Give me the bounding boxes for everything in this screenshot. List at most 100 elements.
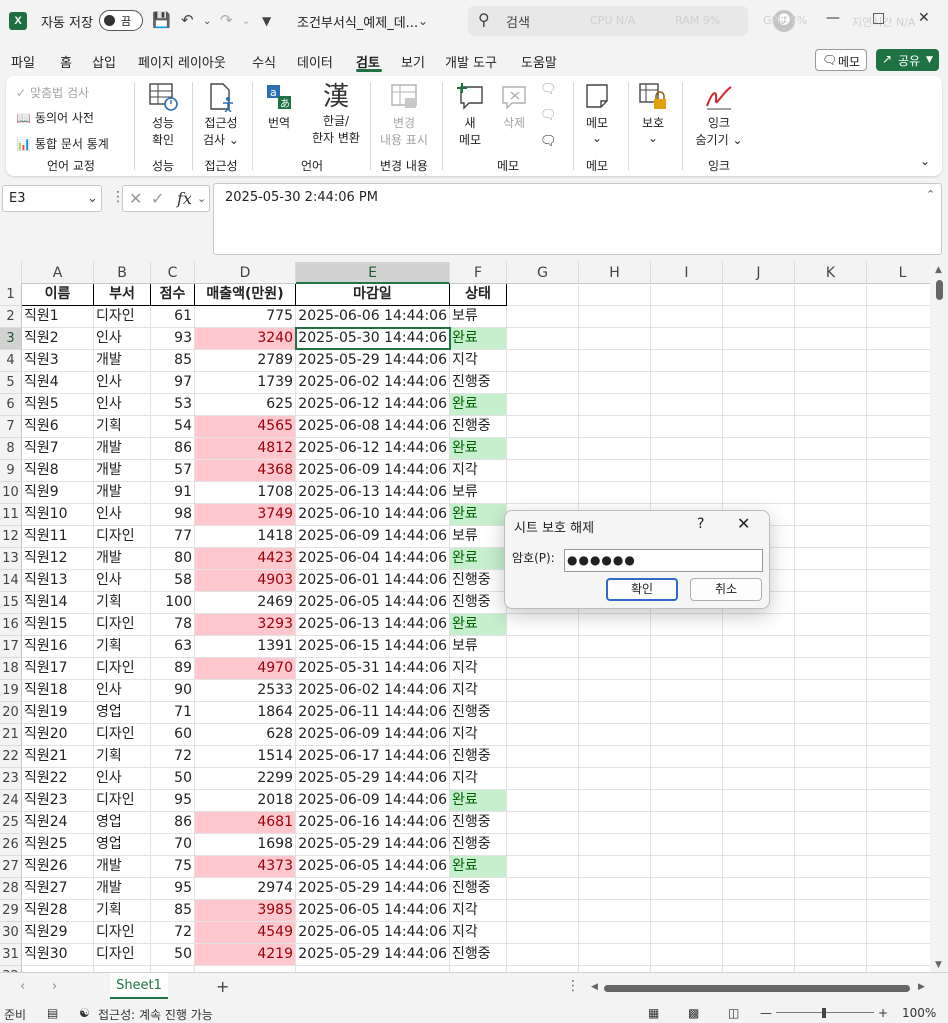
comments-button[interactable]: 🗨 메모 bbox=[815, 49, 867, 71]
cell-a4[interactable]: 직원3 bbox=[22, 350, 94, 372]
cell-k8[interactable] bbox=[795, 438, 867, 460]
cell-f22[interactable]: 진행중 bbox=[450, 746, 507, 768]
prev-sheet-icon[interactable]: ‹ bbox=[20, 979, 25, 994]
cell-l11[interactable] bbox=[867, 504, 930, 526]
cell-a16[interactable]: 직원15 bbox=[22, 614, 94, 636]
cell-e5[interactable]: 2025-06-02 14:44:06 bbox=[296, 372, 450, 394]
row-header-17[interactable]: 17 bbox=[0, 636, 22, 658]
cell-i6[interactable] bbox=[651, 394, 723, 416]
horizontal-scroll-thumb[interactable] bbox=[604, 985, 910, 992]
cell-d7[interactable]: 4565 bbox=[195, 416, 296, 438]
cell-e28[interactable]: 2025-05-29 14:44:06 bbox=[296, 878, 450, 900]
cell-k10[interactable] bbox=[795, 482, 867, 504]
cell-b17[interactable]: 기획 bbox=[94, 636, 151, 658]
cell-l9[interactable] bbox=[867, 460, 930, 482]
cell-h6[interactable] bbox=[579, 394, 651, 416]
help-icon[interactable]: ? bbox=[697, 516, 704, 532]
zoom-level[interactable]: 100% bbox=[902, 1006, 936, 1020]
column-header-g[interactable]: G bbox=[507, 262, 579, 284]
cell-a28[interactable]: 직원27 bbox=[22, 878, 94, 900]
row-header-13[interactable]: 13 bbox=[0, 548, 22, 570]
cell-i3[interactable] bbox=[651, 328, 723, 350]
cell-l13[interactable] bbox=[867, 548, 930, 570]
column-header-c[interactable]: C bbox=[151, 262, 195, 284]
row-header-10[interactable]: 10 bbox=[0, 482, 22, 504]
cell-d16[interactable]: 3293 bbox=[195, 614, 296, 636]
cell-d5[interactable]: 1739 bbox=[195, 372, 296, 394]
tab-home[interactable]: 홈 bbox=[60, 52, 72, 71]
cell-k13[interactable] bbox=[795, 548, 867, 570]
cell-b19[interactable]: 인사 bbox=[94, 680, 151, 702]
cell-h20[interactable] bbox=[579, 702, 651, 724]
cell-l6[interactable] bbox=[867, 394, 930, 416]
cell-k27[interactable] bbox=[795, 856, 867, 878]
protect-button[interactable]: 보호 ⌄ bbox=[634, 82, 672, 145]
cell-h7[interactable] bbox=[579, 416, 651, 438]
cell-e26[interactable]: 2025-05-29 14:44:06 bbox=[296, 834, 450, 856]
cell-f14[interactable]: 진행중 bbox=[450, 570, 507, 592]
column-header-b[interactable]: B bbox=[94, 262, 151, 284]
scroll-right-icon[interactable]: ▶ bbox=[918, 982, 925, 992]
cell-l27[interactable] bbox=[867, 856, 930, 878]
row-header-31[interactable]: 31 bbox=[0, 944, 22, 966]
cell-h1[interactable] bbox=[579, 284, 651, 306]
cell-l31[interactable] bbox=[867, 944, 930, 966]
cell-j3[interactable] bbox=[723, 328, 795, 350]
cell-f26[interactable]: 진행중 bbox=[450, 834, 507, 856]
cell-d19[interactable]: 2533 bbox=[195, 680, 296, 702]
cell-e31[interactable]: 2025-05-29 14:44:06 bbox=[296, 944, 450, 966]
cell-f12[interactable]: 보류 bbox=[450, 526, 507, 548]
cell-i4[interactable] bbox=[651, 350, 723, 372]
cell-f19[interactable]: 지각 bbox=[450, 680, 507, 702]
cell-c15[interactable]: 100 bbox=[151, 592, 195, 614]
cell-g31[interactable] bbox=[507, 944, 579, 966]
cell-b30[interactable]: 디자인 bbox=[94, 922, 151, 944]
cell-a27[interactable]: 직원26 bbox=[22, 856, 94, 878]
cell-g28[interactable] bbox=[507, 878, 579, 900]
cell-e18[interactable]: 2025-05-31 14:44:06 bbox=[296, 658, 450, 680]
row-header-4[interactable]: 4 bbox=[0, 350, 22, 372]
cell-a23[interactable]: 직원22 bbox=[22, 768, 94, 790]
cell-k3[interactable] bbox=[795, 328, 867, 350]
cell-f2[interactable]: 보류 bbox=[450, 306, 507, 328]
cell-f25[interactable]: 진행중 bbox=[450, 812, 507, 834]
tab-page-layout[interactable]: 페이지 레이아웃 bbox=[138, 52, 226, 71]
column-header-f[interactable]: F bbox=[450, 262, 507, 284]
cell-c3[interactable]: 93 bbox=[151, 328, 195, 350]
cell-h5[interactable] bbox=[579, 372, 651, 394]
cell-d23[interactable]: 2299 bbox=[195, 768, 296, 790]
cell-a14[interactable]: 직원13 bbox=[22, 570, 94, 592]
cell-l12[interactable] bbox=[867, 526, 930, 548]
cell-i7[interactable] bbox=[651, 416, 723, 438]
cell-c27[interactable]: 75 bbox=[151, 856, 195, 878]
cell-h10[interactable] bbox=[579, 482, 651, 504]
row-header-16[interactable]: 16 bbox=[0, 614, 22, 636]
cell-i16[interactable] bbox=[651, 614, 723, 636]
cell-b8[interactable]: 개발 bbox=[94, 438, 151, 460]
formula-input[interactable]: 2025-05-30 2:44:06 PM ⌃ bbox=[213, 183, 942, 255]
row-header-18[interactable]: 18 bbox=[0, 658, 22, 680]
cell-g22[interactable] bbox=[507, 746, 579, 768]
column-header-e[interactable]: E bbox=[296, 262, 450, 284]
zoom-in-icon[interactable]: + bbox=[878, 1006, 888, 1020]
cell-g24[interactable] bbox=[507, 790, 579, 812]
column-header-l[interactable]: L bbox=[867, 262, 930, 284]
cell-c13[interactable]: 80 bbox=[151, 548, 195, 570]
cell-h9[interactable] bbox=[579, 460, 651, 482]
vertical-scrollbar[interactable]: ▲ ▼ bbox=[930, 262, 948, 972]
cell-i5[interactable] bbox=[651, 372, 723, 394]
cell-h23[interactable] bbox=[579, 768, 651, 790]
show-comments-icon[interactable]: 🗨 bbox=[540, 134, 557, 149]
select-all-corner[interactable] bbox=[0, 262, 22, 284]
cell-b2[interactable]: 디자인 bbox=[94, 306, 151, 328]
cell-h16[interactable] bbox=[579, 614, 651, 636]
cell-e2[interactable]: 2025-06-06 14:44:06 bbox=[296, 306, 450, 328]
collapse-ribbon-icon[interactable]: ⌄ bbox=[920, 154, 930, 168]
cell-c12[interactable]: 77 bbox=[151, 526, 195, 548]
cell-b14[interactable]: 인사 bbox=[94, 570, 151, 592]
cell-a13[interactable]: 직원12 bbox=[22, 548, 94, 570]
cell-g5[interactable] bbox=[507, 372, 579, 394]
cell-e29[interactable]: 2025-06-05 14:44:06 bbox=[296, 900, 450, 922]
cell-j19[interactable] bbox=[723, 680, 795, 702]
cell-a7[interactable]: 직원6 bbox=[22, 416, 94, 438]
